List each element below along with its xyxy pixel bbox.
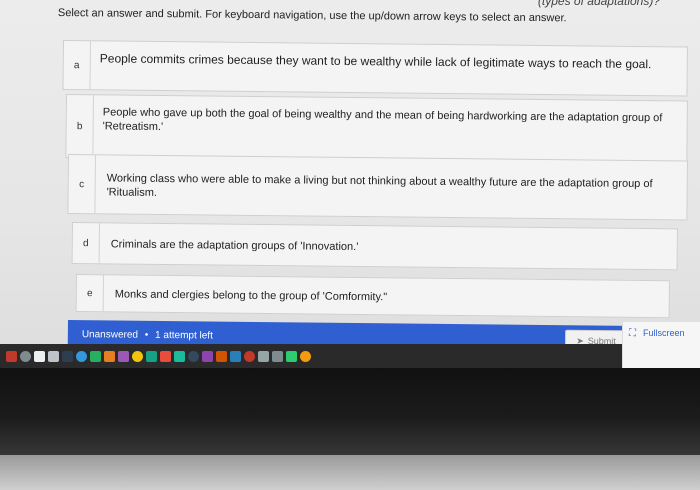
- choice-text: Monks and clergies belong to the group o…: [114, 288, 388, 304]
- taskbar-app-icon[interactable]: [34, 350, 45, 362]
- taskbar-app-icon[interactable]: [258, 350, 269, 362]
- taskbar-app-icon[interactable]: [272, 350, 283, 362]
- taskbar-app-icon[interactable]: [188, 350, 199, 362]
- taskbar-app-icon[interactable]: [146, 350, 157, 362]
- instruction-text: Select an answer and submit. For keyboar…: [57, 7, 567, 25]
- choice-letter: a: [63, 41, 91, 90]
- choice-text: Criminals are the adaptation groups of '…: [110, 238, 359, 253]
- choice-letter: c: [68, 155, 96, 214]
- taskbar-app-icon[interactable]: [104, 350, 115, 362]
- attempt-status: Unanswered • 1 attempt left: [82, 329, 213, 341]
- choice-b[interactable]: b People who gave up both the goal of be…: [65, 94, 688, 165]
- taskbar-app-icon[interactable]: [286, 350, 297, 362]
- separator-dot: •: [144, 329, 149, 341]
- question-title-fragment: (types of adaptations)?: [537, 0, 660, 8]
- taskbar-app-icon[interactable]: [160, 350, 171, 362]
- choice-letter: e: [76, 275, 104, 312]
- fullscreen-label: Fullscreen: [643, 328, 685, 338]
- taskbar-app-icon[interactable]: [20, 350, 31, 362]
- choice-c[interactable]: c Working class who were able to make a …: [67, 154, 688, 221]
- taskbar-app-icon[interactable]: [300, 350, 311, 362]
- choice-letter: b: [66, 95, 94, 158]
- taskbar-app-icon[interactable]: [62, 350, 73, 362]
- taskbar-app-icon[interactable]: [230, 350, 241, 362]
- taskbar-app-icon[interactable]: [118, 350, 129, 362]
- taskbar-app-icon[interactable]: [90, 350, 101, 362]
- choice-d[interactable]: d Criminals are the adaptation groups of…: [71, 222, 678, 271]
- choice-letter: d: [72, 223, 100, 264]
- taskbar-app-icon[interactable]: [244, 350, 255, 362]
- choice-a[interactable]: a People commits crimes because they wan…: [62, 40, 688, 97]
- choice-e[interactable]: e Monks and clergies belong to the group…: [75, 274, 670, 319]
- taskbar-app-icon[interactable]: [48, 350, 59, 362]
- choice-text: Working class who were able to make a li…: [106, 172, 653, 199]
- answer-state: Unanswered: [81, 329, 139, 341]
- taskbar-app-icon[interactable]: [202, 350, 213, 362]
- desk-surface: [0, 455, 700, 490]
- taskbar-app-icon[interactable]: [216, 350, 227, 362]
- taskbar: [0, 344, 640, 368]
- attempts-left: 1 attempt left: [155, 329, 213, 342]
- choice-text: People commits crimes because they want …: [99, 51, 652, 72]
- taskbar-app-icon[interactable]: [6, 350, 17, 362]
- fullscreen-icon: ⛶: [629, 328, 636, 339]
- taskbar-app-icon[interactable]: [132, 350, 143, 362]
- taskbar-app-icon[interactable]: [174, 350, 185, 362]
- taskbar-app-icon[interactable]: [76, 350, 87, 362]
- choice-text: People who gave up both the goal of bein…: [102, 106, 663, 134]
- quiz-screen: (types of adaptations)? Select an answer…: [0, 0, 700, 352]
